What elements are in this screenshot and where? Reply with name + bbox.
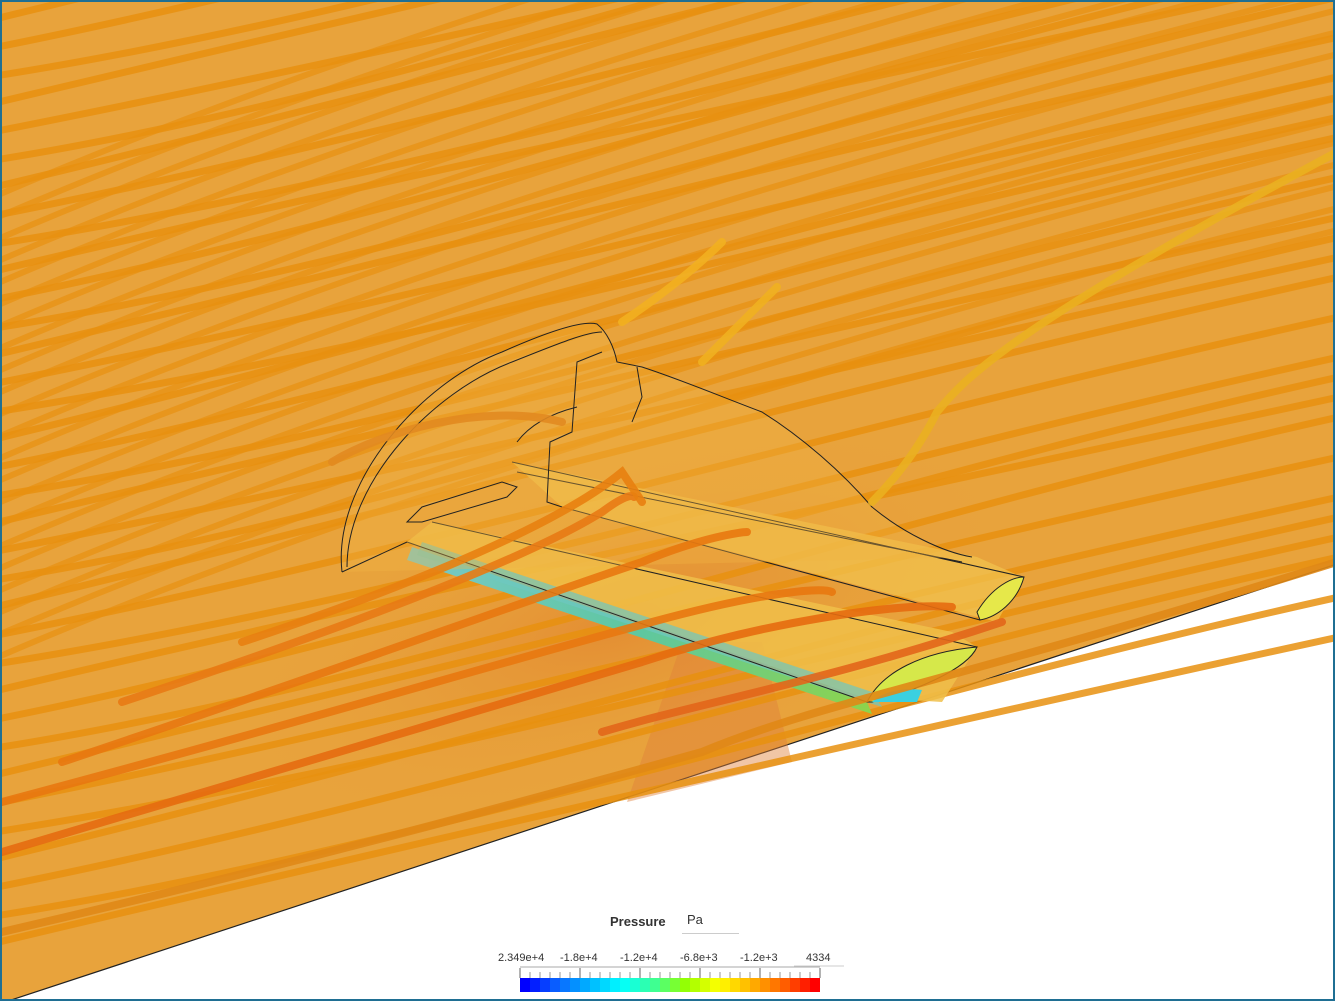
legend-color-cell (790, 978, 800, 992)
legend-color-cell (590, 978, 600, 992)
legend-color-cell (800, 978, 810, 992)
legend-color-cell (740, 978, 750, 992)
legend-color-cell (620, 978, 630, 992)
legend-colorbar (519, 965, 844, 992)
legend-color-cell (780, 978, 790, 992)
legend-color-cell (580, 978, 590, 992)
legend-color-cell (560, 978, 570, 992)
legend-color-cell (630, 978, 640, 992)
legend-color-cell (700, 978, 710, 992)
legend-color-cell (570, 978, 580, 992)
legend-color-cell (520, 978, 530, 992)
simulation-scene[interactable] (2, 2, 1335, 1001)
legend-color-cells (520, 978, 820, 992)
legend-color-cell (710, 978, 720, 992)
legend-color-cell (660, 978, 670, 992)
legend-color-cell (550, 978, 560, 992)
legend-color-cell (810, 978, 820, 992)
pressure-legend: Pressure Pa 2.349e+4 -1.8e+4 -1.2e+4 -6.… (472, 902, 872, 999)
legend-color-cell (680, 978, 690, 992)
legend-color-cell (610, 978, 620, 992)
legend-color-cell (730, 978, 740, 992)
legend-color-cell (530, 978, 540, 992)
legend-tick-marks (519, 968, 821, 978)
legend-color-cell (650, 978, 660, 992)
legend-color-cell (600, 978, 610, 992)
legend-color-cell (760, 978, 770, 992)
legend-color-cell (690, 978, 700, 992)
legend-color-cell (720, 978, 730, 992)
legend-color-cell (750, 978, 760, 992)
legend-color-cell (770, 978, 780, 992)
legend-color-cell (540, 978, 550, 992)
viewport[interactable]: Pressure Pa 2.349e+4 -1.8e+4 -1.2e+4 -6.… (0, 0, 1335, 1001)
legend-color-cell (640, 978, 650, 992)
legend-color-cell (670, 978, 680, 992)
